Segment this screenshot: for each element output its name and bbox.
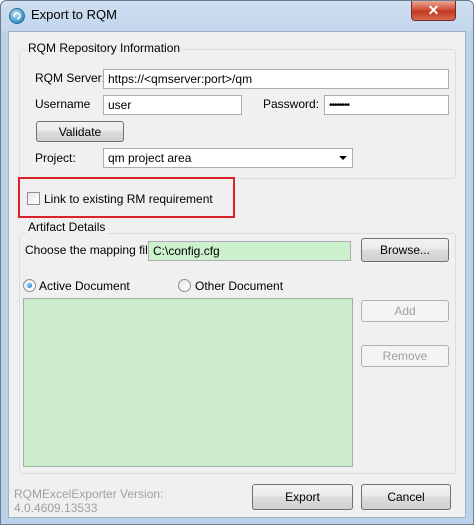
- mapping-file-label: Choose the mapping file:: [25, 243, 158, 257]
- other-document-radio[interactable]: [178, 279, 191, 292]
- radio-selected-dot: [27, 283, 32, 288]
- project-select[interactable]: qm project area: [103, 148, 353, 168]
- version-label: RQMExcelExporter Version:: [14, 487, 164, 501]
- password-input[interactable]: [324, 95, 449, 115]
- version-number: 4.0.4609.13533: [14, 501, 98, 515]
- browse-button[interactable]: Browse...: [361, 238, 449, 262]
- rqm-server-label: RQM Server:: [35, 71, 106, 85]
- remove-button[interactable]: Remove: [361, 345, 449, 367]
- window-title: Export to RQM: [31, 7, 117, 22]
- active-document-radio[interactable]: [23, 279, 36, 292]
- project-label: Project:: [35, 151, 76, 165]
- username-input[interactable]: [103, 95, 242, 115]
- close-icon: ✕: [427, 2, 440, 18]
- chevron-down-icon[interactable]: [339, 156, 347, 160]
- document-list[interactable]: [23, 298, 353, 467]
- export-dialog: Export to RQM ✕ RQM Repository Informati…: [0, 0, 474, 525]
- link-rm-checkbox[interactable]: [27, 192, 40, 205]
- password-label: Password:: [263, 97, 320, 111]
- cancel-button[interactable]: Cancel: [361, 484, 451, 510]
- title-bar[interactable]: Export to RQM ✕: [1, 1, 473, 31]
- export-button[interactable]: Export: [252, 484, 353, 510]
- close-button[interactable]: ✕: [411, 1, 456, 21]
- add-button[interactable]: Add: [361, 300, 449, 322]
- other-document-label[interactable]: Other Document: [195, 279, 283, 293]
- username-label: Username: [35, 97, 91, 111]
- app-icon: [9, 8, 25, 24]
- link-rm-label[interactable]: Link to existing RM requirement: [44, 192, 213, 206]
- mapping-file-input[interactable]: [148, 241, 351, 261]
- rqm-server-input[interactable]: [103, 69, 449, 89]
- active-document-label[interactable]: Active Document: [39, 279, 130, 293]
- dialog-client-area: RQM Repository Information RQM Server: U…: [8, 31, 466, 518]
- validate-button[interactable]: Validate: [36, 121, 124, 142]
- project-select-value: qm project area: [108, 151, 192, 165]
- repository-group-title: RQM Repository Information: [26, 41, 183, 55]
- artifact-group-title: Artifact Details: [26, 220, 108, 234]
- version-info: RQMExcelExporter Version: 4.0.4609.13533: [14, 487, 163, 515]
